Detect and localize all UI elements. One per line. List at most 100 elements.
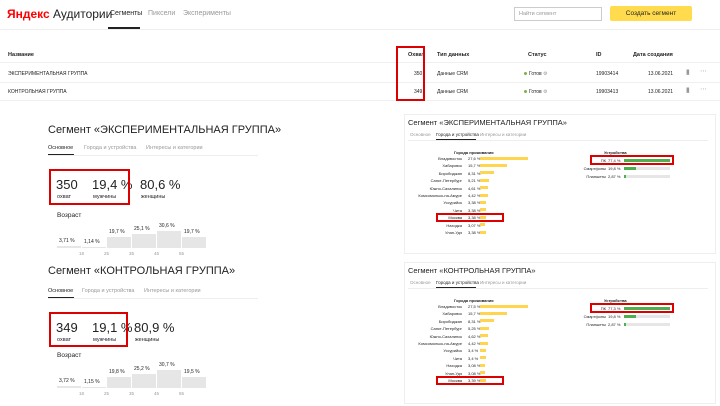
row-type: Данные CRM bbox=[437, 71, 468, 77]
female-label: женщины bbox=[141, 194, 166, 200]
city-bar bbox=[480, 319, 495, 323]
city-pct: 4,42 % bbox=[468, 341, 481, 346]
city-pct: 5,21 % bbox=[468, 178, 481, 184]
row-status: Готов ⚙ bbox=[524, 89, 548, 95]
age-bar bbox=[132, 373, 156, 388]
age-bar-label: 1,14 % bbox=[84, 239, 100, 245]
city-bar bbox=[480, 311, 508, 315]
row-date: 13.06.2021 bbox=[648, 71, 674, 77]
age-tick-label: 35 bbox=[129, 391, 135, 396]
age-bar bbox=[82, 387, 106, 388]
city-name: Чита bbox=[453, 355, 462, 361]
device-name: Планшеты bbox=[586, 322, 606, 327]
subtab-interests[interactable]: Интересы и категории bbox=[146, 145, 203, 151]
col-type-header[interactable]: Тип данных bbox=[437, 52, 469, 58]
row-status: Готов ⚙ bbox=[524, 71, 548, 77]
device-bar bbox=[624, 314, 636, 318]
row-name[interactable]: КОНТРОЛЬНАЯ ГРУППА bbox=[8, 89, 67, 95]
city-name: Санкт-Петербург bbox=[430, 178, 462, 184]
city-name: Южно-Сахалинск bbox=[429, 185, 462, 191]
subtab-main[interactable]: Основное bbox=[410, 280, 431, 285]
col-status-header[interactable]: Статус bbox=[528, 52, 547, 58]
cities-devices: Города проживания Владивосток 27,5 % Хабаро… bbox=[404, 298, 716, 402]
create-segment-button[interactable]: Создать сегмент bbox=[610, 6, 692, 21]
row-name[interactable]: ЭКСПЕРИМЕНТАЛЬНАЯ ГРУППА bbox=[8, 71, 88, 77]
segment-title: Сегмент «КОНТРОЛЬНАЯ ГРУППА» bbox=[48, 265, 236, 277]
city-bar bbox=[480, 230, 486, 234]
age-tick-label: 25 bbox=[104, 391, 110, 396]
subtab-interests[interactable]: Интересы и категории bbox=[480, 280, 526, 285]
subtab-interests[interactable]: Интересы и категории bbox=[144, 288, 201, 294]
logo-product: Аудитории bbox=[53, 7, 113, 21]
city-pct: 8,31 % bbox=[468, 170, 481, 176]
logo-brand: Яндекс bbox=[7, 7, 50, 21]
age-title: Возраст bbox=[57, 212, 82, 219]
city-pct: 15,7 % bbox=[468, 311, 481, 317]
city-name: Комсомольск-на-Амуре bbox=[418, 193, 462, 198]
city-name: Улан-Удэ bbox=[444, 230, 462, 235]
age-tick-label: 25 bbox=[104, 251, 110, 256]
subtab-main[interactable]: Основное bbox=[48, 145, 73, 151]
city-pct: 3,08 % bbox=[468, 370, 481, 376]
device-bar-track bbox=[624, 322, 670, 326]
status-dot-icon bbox=[524, 72, 527, 75]
age-bar-label: 30,6 % bbox=[159, 222, 175, 229]
search-input[interactable]: Найти сегмент bbox=[514, 7, 602, 21]
city-name: Южно-Сахалинск bbox=[429, 333, 462, 339]
gear-icon[interactable]: ⚙ bbox=[543, 71, 547, 77]
city-bar bbox=[480, 334, 489, 338]
row-id: 19903413 bbox=[596, 89, 619, 95]
row-id: 19903414 bbox=[596, 71, 619, 77]
subtab-main[interactable]: Основное bbox=[48, 288, 73, 294]
highlight-box bbox=[590, 303, 674, 313]
tab-pixels[interactable]: Пиксели bbox=[148, 10, 175, 17]
age-bar-label: 19,5 % bbox=[184, 368, 200, 375]
cities-title: Города проживания bbox=[454, 298, 494, 303]
city-pct: 3,08 % bbox=[468, 363, 481, 369]
tab-segments[interactable]: Сегменты bbox=[110, 10, 142, 17]
subtab-cities[interactable]: Города и устройства bbox=[84, 145, 136, 151]
gear-icon[interactable]: ⚙ bbox=[543, 89, 547, 95]
device-bar-track bbox=[624, 174, 670, 178]
divider bbox=[0, 82, 720, 83]
divider bbox=[408, 140, 708, 141]
age-tick-label: 35 bbox=[129, 251, 135, 256]
age-bar bbox=[182, 376, 206, 388]
subtab-cities[interactable]: Города и устройства bbox=[436, 132, 479, 137]
col-id-header[interactable]: ID bbox=[596, 52, 602, 58]
more-icon[interactable]: ⋯ bbox=[700, 85, 707, 93]
divider bbox=[48, 298, 258, 299]
col-date-header[interactable]: Дата создания bbox=[633, 52, 673, 58]
highlight-box bbox=[436, 376, 504, 385]
segment-title: Сегмент «КОНТРОЛЬНАЯ ГРУППА» bbox=[408, 266, 536, 275]
divider bbox=[408, 288, 708, 289]
more-icon[interactable]: ⋯ bbox=[700, 67, 707, 75]
stats-icon[interactable]: ▮ bbox=[686, 68, 690, 76]
age-bar bbox=[132, 233, 156, 248]
city-name: Находка bbox=[446, 363, 462, 369]
city-bar bbox=[480, 356, 486, 360]
city-bar bbox=[480, 208, 486, 212]
tab-experiments[interactable]: Эксперименты bbox=[183, 10, 231, 17]
city-pct: 3,07 % bbox=[468, 222, 481, 228]
city-bar bbox=[480, 363, 486, 367]
city-pct: 4,61 % bbox=[468, 185, 481, 191]
age-bar-label: 19,7 % bbox=[109, 228, 125, 235]
city-bar bbox=[480, 186, 489, 190]
col-name-header[interactable]: Название bbox=[8, 52, 34, 58]
age-title: Возраст bbox=[57, 352, 82, 359]
highlight-box bbox=[436, 213, 504, 223]
age-bar bbox=[182, 236, 206, 248]
subtab-cities[interactable]: Города и устройства bbox=[82, 288, 134, 294]
subtab-main[interactable]: Основное bbox=[410, 132, 431, 137]
age-bar-label: 30,7 % bbox=[159, 362, 175, 369]
age-bar-label: 19,8 % bbox=[109, 368, 125, 375]
stats-icon[interactable]: ▮ bbox=[686, 86, 690, 94]
subtab-interests[interactable]: Интересы и категории bbox=[480, 132, 526, 137]
age-bar bbox=[157, 370, 181, 388]
city-name: Улан-Удэ bbox=[444, 370, 462, 376]
logo[interactable]: Яндекс Аудитории bbox=[7, 7, 112, 21]
subtab-cities[interactable]: Города и устройства bbox=[436, 280, 479, 285]
city-pct: 3,38 % bbox=[468, 207, 481, 213]
city-bar bbox=[480, 178, 490, 182]
